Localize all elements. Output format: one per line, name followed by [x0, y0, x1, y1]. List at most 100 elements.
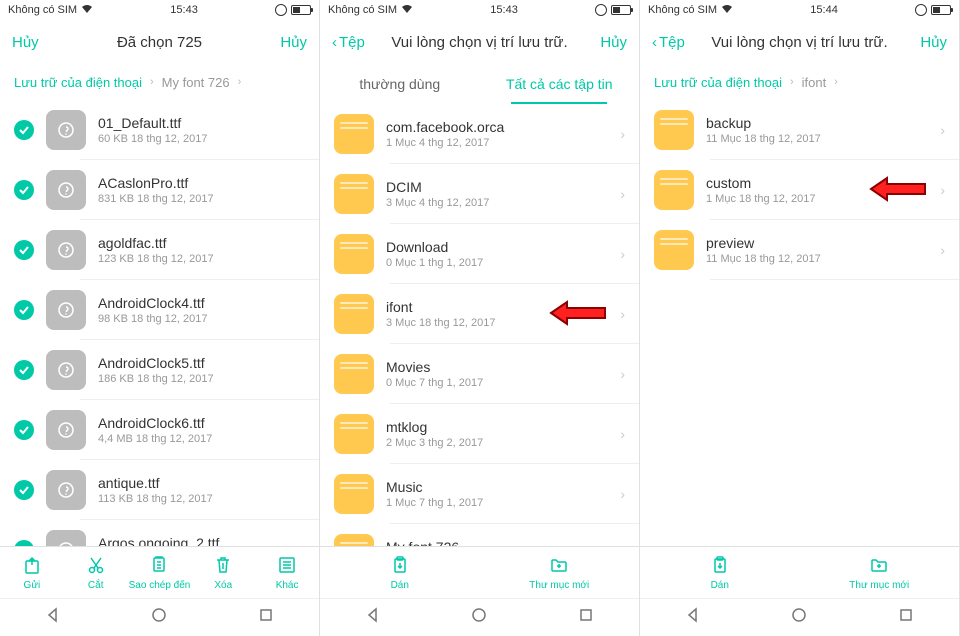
nav-recent-button[interactable] — [898, 607, 914, 628]
folder-row[interactable]: ifont 3 Mục 18 thg 12, 2017 › — [320, 284, 639, 344]
file-meta: 123 KB 18 thg 12, 2017 — [98, 253, 305, 265]
nav-recent-button[interactable] — [578, 607, 594, 628]
nav-home-button[interactable] — [471, 607, 487, 628]
file-row[interactable]: antique.ttf 113 KB 18 thg 12, 2017 — [0, 460, 319, 520]
folder-row[interactable]: mtklog 2 Mục 3 thg 2, 2017 › — [320, 404, 639, 464]
folder-row[interactable]: My font 726 725 Mục 18 thg 12, 2017 › — [320, 524, 639, 546]
folder-icon — [334, 234, 374, 274]
file-row[interactable]: ACaslonPro.ttf 831 KB 18 thg 12, 2017 — [0, 160, 319, 220]
back-label: Tệp — [339, 34, 365, 51]
page-title: Vui lòng chọn vị trí lưu trữ. — [702, 34, 897, 51]
cancel-left-button[interactable]: Hủy — [12, 34, 62, 51]
copy-icon — [149, 555, 169, 578]
chevron-right-icon: › — [834, 76, 838, 88]
checkbox-checked-icon[interactable] — [14, 540, 34, 546]
file-row[interactable]: AndroidClock5.ttf 186 KB 18 thg 12, 2017 — [0, 340, 319, 400]
send-button[interactable]: Gửi — [0, 547, 64, 598]
wifi-icon — [401, 4, 413, 17]
file-meta: 186 KB 18 thg 12, 2017 — [98, 373, 305, 385]
file-icon — [46, 350, 86, 390]
folder-row[interactable]: preview 11 Mục 18 thg 12, 2017 › — [640, 220, 959, 280]
breadcrumb-item[interactable]: Lưu trữ của điện thoại — [14, 75, 142, 90]
cancel-button[interactable]: Hủy — [577, 34, 627, 51]
status-bar: Không có SIM 15:43 — [320, 0, 639, 20]
file-row[interactable]: AndroidClock6.ttf 4,4 MB 18 thg 12, 2017 — [0, 400, 319, 460]
battery-icon — [931, 5, 951, 15]
sim-status: Không có SIM — [648, 4, 717, 16]
nav-bar — [640, 598, 959, 636]
checkbox-checked-icon[interactable] — [14, 480, 34, 500]
nav-back-button[interactable] — [685, 607, 701, 628]
breadcrumb: Lưu trữ của điện thoại › My font 726 › — [0, 64, 319, 100]
screen-2: Không có SIM 15:43 ‹ Tệp Vui lòng chọn v… — [320, 0, 640, 636]
folder-list[interactable]: backup 11 Mục 18 thg 12, 2017 › custom 1… — [640, 100, 959, 546]
copy-button[interactable]: Sao chép đến — [128, 547, 192, 598]
folder-row[interactable]: backup 11 Mục 18 thg 12, 2017 › — [640, 100, 959, 160]
file-row[interactable]: 01_Default.ttf 60 KB 18 thg 12, 2017 — [0, 100, 319, 160]
folder-name: com.facebook.orca — [386, 119, 608, 135]
cancel-right-button[interactable]: Hủy — [257, 34, 307, 51]
breadcrumb-item[interactable]: Lưu trữ của điện thoại — [654, 75, 782, 90]
folder-meta: 0 Mục 7 thg 1, 2017 — [386, 377, 608, 389]
folder-row[interactable]: DCIM 3 Mục 4 thg 12, 2017 › — [320, 164, 639, 224]
checkbox-checked-icon[interactable] — [14, 240, 34, 260]
sim-status: Không có SIM — [328, 4, 397, 16]
screen-3: Không có SIM 15:44 ‹ Tệp Vui lòng chọn v… — [640, 0, 960, 636]
breadcrumb-item[interactable]: My font 726 — [162, 75, 230, 90]
header: ‹ Tệp Vui lòng chọn vị trí lưu trữ. Hủy — [640, 20, 959, 64]
file-row[interactable]: agoldfac.ttf 123 KB 18 thg 12, 2017 — [0, 220, 319, 280]
clock: 15:43 — [490, 4, 518, 16]
checkbox-checked-icon[interactable] — [14, 120, 34, 140]
nav-recent-button[interactable] — [258, 607, 274, 628]
nav-back-button[interactable] — [45, 607, 61, 628]
folder-row[interactable]: Download 0 Mục 1 thg 1, 2017 › — [320, 224, 639, 284]
status-bar: Không có SIM 15:44 — [640, 0, 959, 20]
checkbox-checked-icon[interactable] — [14, 420, 34, 440]
back-button[interactable]: ‹ Tệp — [332, 34, 382, 51]
chevron-right-icon: › — [940, 122, 945, 138]
sync-icon — [915, 4, 927, 16]
file-list[interactable]: 01_Default.ttf 60 KB 18 thg 12, 2017 ACa… — [0, 100, 319, 546]
folder-list[interactable]: com.facebook.orca 1 Mục 4 thg 12, 2017 ›… — [320, 104, 639, 546]
wifi-icon — [721, 4, 733, 17]
file-icon — [46, 530, 86, 546]
folder-name: Movies — [386, 359, 608, 375]
tab[interactable]: thường dùng — [320, 64, 480, 104]
toolbar: DánThư mục mới — [320, 546, 639, 598]
breadcrumb-item[interactable]: ifont — [802, 75, 827, 90]
file-row[interactable]: AndroidClock4.ttf 98 KB 18 thg 12, 2017 — [0, 280, 319, 340]
back-button[interactable]: ‹ Tệp — [652, 34, 702, 51]
folder-row[interactable]: Movies 0 Mục 7 thg 1, 2017 › — [320, 344, 639, 404]
folder-row[interactable]: custom 1 Mục 18 thg 12, 2017 › — [640, 160, 959, 220]
tab[interactable]: Tất cả các tập tin — [480, 64, 640, 104]
folder-icon — [654, 230, 694, 270]
battery-icon — [291, 5, 311, 15]
delete-button[interactable]: Xóa — [191, 547, 255, 598]
checkbox-checked-icon[interactable] — [14, 360, 34, 380]
tool-label: Xóa — [214, 580, 232, 591]
chevron-right-icon: › — [620, 246, 625, 262]
nav-home-button[interactable] — [151, 607, 167, 628]
cancel-button[interactable]: Hủy — [897, 34, 947, 51]
cut-button[interactable]: Cắt — [64, 547, 128, 598]
file-row[interactable]: Argos ongoing_2.ttf 91 KB 18 thg 12, 201… — [0, 520, 319, 546]
folder-icon — [334, 414, 374, 454]
file-name: agoldfac.ttf — [98, 235, 305, 251]
newfolder-icon — [869, 555, 889, 578]
more-button[interactable]: Khác — [255, 547, 319, 598]
sim-status: Không có SIM — [8, 4, 77, 16]
folder-row[interactable]: com.facebook.orca 1 Mục 4 thg 12, 2017 › — [320, 104, 639, 164]
chevron-right-icon: › — [620, 306, 625, 322]
checkbox-checked-icon[interactable] — [14, 300, 34, 320]
toolbar: GửiCắtSao chép đến Xóa Khác — [0, 546, 319, 598]
checkbox-checked-icon[interactable] — [14, 180, 34, 200]
folder-row[interactable]: Music 1 Mục 7 thg 1, 2017 › — [320, 464, 639, 524]
nav-home-button[interactable] — [791, 607, 807, 628]
paste-button[interactable]: Dán — [320, 547, 480, 598]
file-icon — [46, 110, 86, 150]
paste-button[interactable]: Dán — [640, 547, 800, 598]
newfolder-button[interactable]: Thư mục mới — [800, 547, 960, 598]
folder-meta: 2 Mục 3 thg 2, 2017 — [386, 437, 608, 449]
nav-back-button[interactable] — [365, 607, 381, 628]
newfolder-button[interactable]: Thư mục mới — [480, 547, 640, 598]
